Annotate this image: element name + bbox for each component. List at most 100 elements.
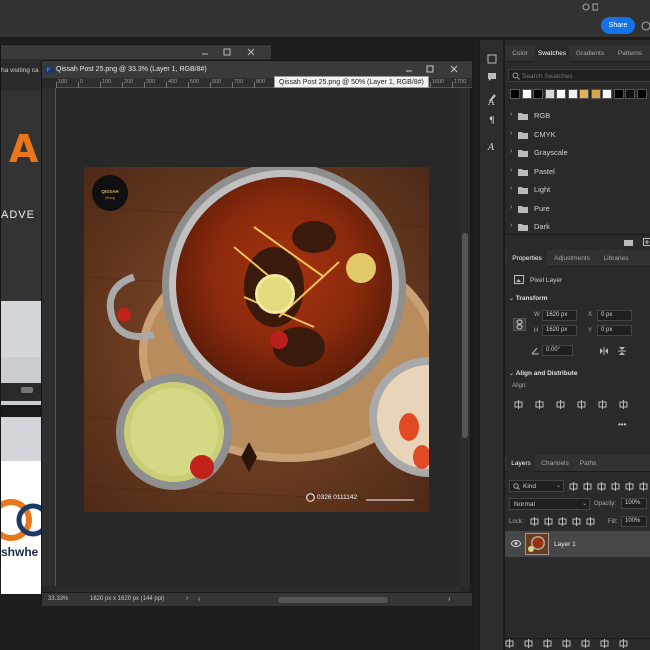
lock-icon[interactable] [586,517,595,526]
document-info[interactable]: 1620 px x 1620 px (144 ppi) [90,596,164,602]
tab-properties[interactable]: Properties [507,250,547,267]
vertical-scrollbar[interactable] [460,88,470,586]
close-icon[interactable] [247,48,255,56]
opacity-field[interactable]: 100% [621,498,647,509]
flip-vertical-icon[interactable] [618,346,626,356]
swatch-search-input[interactable] [522,71,647,81]
layer-kind-filter[interactable]: Kind ⌄ [509,480,564,492]
swatch-folder-pure[interactable]: › Pure [505,200,650,218]
minimize-icon[interactable] [201,48,209,56]
swatch-folder-grayscale[interactable]: › Grayscale [505,144,650,162]
swatch[interactable] [556,89,566,99]
swatch-folder-pastel[interactable]: › Pastel [505,163,650,181]
tab-libraries[interactable]: Libraries [597,250,635,267]
paragraph-icon[interactable]: ¶ [487,115,497,125]
swatch[interactable] [625,89,635,99]
character-panel-icon[interactable]: A [487,97,497,107]
layer-action-icon[interactable] [581,639,590,648]
swatch[interactable] [602,89,612,99]
tab-paths[interactable]: Paths [575,455,601,472]
layer-action-icon[interactable] [600,639,609,648]
vertical-scrollbar-thumb[interactable] [462,233,468,438]
scroll-left-icon[interactable]: ‹ [198,596,200,603]
align-icon[interactable] [598,400,607,409]
swatch[interactable] [636,89,647,99]
tab-layers[interactable]: Layers [507,455,535,472]
swatch-folder-cmyk[interactable]: › CMYK [505,126,650,144]
tab-gradients[interactable]: Gradients [571,45,609,62]
tab-channels[interactable]: Channels [537,455,573,472]
canvas-image[interactable]: QISSAH Dining 0326 0111142 [84,167,429,512]
fill-field[interactable]: 100% [621,516,647,527]
tab-swatches[interactable]: Swatches [535,45,569,62]
angle-field[interactable]: 0.00° [542,345,573,356]
eye-icon[interactable] [511,540,521,547]
document-tab-title[interactable]: Qissah Post 25.png @ 33.3% (Layer 1, RGB… [56,66,207,73]
maximize-icon[interactable] [426,65,434,73]
layer-action-icon[interactable] [524,639,533,648]
lock-icon[interactable] [572,517,581,526]
layer-filter-icon[interactable] [639,482,648,491]
lock-icon[interactable] [558,517,567,526]
layer-action-icon[interactable] [543,639,552,648]
x-field[interactable]: 0 px [597,310,632,321]
history-icon[interactable] [487,54,497,64]
blend-mode-select[interactable]: Normal ⌄ [509,498,590,510]
align-icon[interactable] [577,400,586,409]
flip-horizontal-icon[interactable] [599,347,609,355]
layer-filter-icon[interactable] [611,482,620,491]
width-field[interactable]: 1620 px [542,310,577,321]
layer-row[interactable]: Layer 1 [505,531,650,557]
swatch-search-box[interactable] [508,69,650,82]
background-document-tab-bar[interactable] [1,45,271,59]
layer-filter-icon[interactable] [569,482,578,491]
layer-action-icon[interactable] [619,639,628,648]
layer-action-icon[interactable] [505,639,514,648]
swatch[interactable] [521,89,532,99]
swatch[interactable] [613,89,624,99]
align-icon[interactable] [556,400,565,409]
horizontal-scrollbar-thumb[interactable] [278,597,388,603]
transform-heading[interactable]: ⌄ Transform [509,295,548,302]
cloud-sync-icon[interactable] [641,20,650,32]
align-icon[interactable] [535,400,544,409]
y-field[interactable]: 0 px [597,325,632,336]
tool-strip: A ¶ A [479,40,503,650]
new-swatch-icon[interactable] [643,238,650,246]
layer-action-icon[interactable] [562,639,571,648]
swatch[interactable] [544,89,555,99]
layer-filter-icon[interactable] [583,482,592,491]
share-button[interactable]: Share [601,17,635,34]
link-proportions-icon[interactable] [513,318,526,331]
maximize-icon[interactable] [223,48,231,56]
height-field[interactable]: 1620 px [542,325,577,336]
more-options-icon[interactable]: ••• [618,420,626,429]
comment-icon[interactable] [487,72,497,82]
lock-icon[interactable] [530,517,539,526]
layer-filter-icon[interactable] [625,482,634,491]
layer-filter-icon[interactable] [597,482,606,491]
new-group-icon[interactable] [624,239,633,246]
swatch-folder-rgb[interactable]: › RGB [505,107,650,125]
glyphs-icon[interactable]: A [487,142,497,152]
minimize-icon[interactable] [405,65,413,73]
close-icon[interactable] [450,65,458,73]
scroll-right-icon[interactable]: › [448,596,450,603]
swatch-folder-light[interactable]: › Light [505,181,650,199]
vertical-ruler[interactable] [42,88,56,586]
tab-adjustments[interactable]: Adjustments [549,250,595,267]
swatch[interactable] [579,89,589,99]
align-icon[interactable] [514,400,523,409]
layer-name[interactable]: Layer 1 [554,541,576,548]
align-icon[interactable] [619,400,628,409]
swatch[interactable] [533,89,543,99]
tab-patterns[interactable]: Patterns [611,45,649,62]
align-heading[interactable]: ⌄ Align and Distribute [509,370,577,377]
tab-color[interactable]: Color [507,45,533,62]
swatch[interactable] [590,89,601,99]
lock-icon[interactable] [544,517,553,526]
swatch[interactable] [567,89,578,99]
zoom-level[interactable]: 33.33% [48,596,68,602]
swatch[interactable] [510,89,520,99]
chevron-right-icon[interactable]: › [186,595,188,602]
